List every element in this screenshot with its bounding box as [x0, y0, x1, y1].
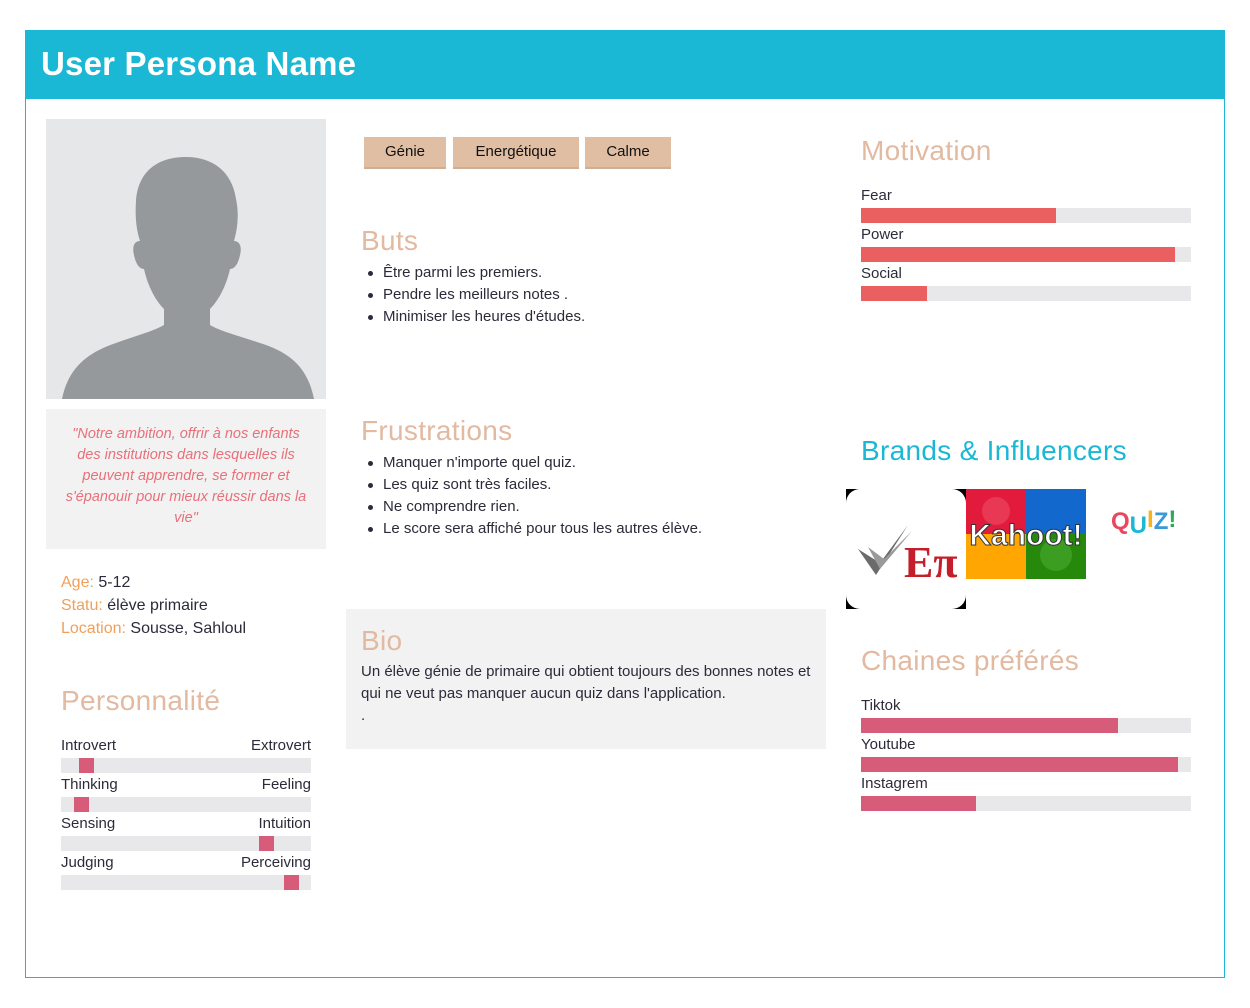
personality-row: Thinking Feeling	[61, 776, 311, 814]
avatar	[46, 119, 326, 399]
personality-track	[61, 875, 311, 890]
motivation-fill	[861, 208, 1056, 223]
personality-row: Judging Perceiving	[61, 854, 311, 892]
channels-fill	[861, 796, 976, 811]
list-item: Être parmi les premiers.	[361, 262, 585, 284]
motivation-title: Motivation	[861, 135, 992, 166]
motivation-fill	[861, 247, 1175, 262]
list-item: Le score sera affiché pour tous les autr…	[361, 518, 702, 540]
persona-card: User Persona Name "Notre ambition, offri…	[25, 30, 1225, 978]
brands-title: Brands & Influencers	[861, 435, 1127, 466]
personality-track	[61, 797, 311, 812]
channels-row: Youtube	[861, 736, 1191, 775]
motivation-label: Power	[861, 226, 904, 243]
status-label: Statu:	[61, 597, 103, 614]
channels-track	[861, 757, 1191, 772]
personality-row: Sensing Intuition	[61, 815, 311, 853]
motivation-label: Fear	[861, 187, 892, 204]
personality-right-label: Feeling	[261, 776, 311, 793]
frustrations-title: Frustrations	[361, 415, 513, 446]
personality-marker	[74, 797, 89, 812]
list-item: Manquer n'importe quel quiz.	[361, 452, 702, 474]
channels-label: Youtube	[861, 736, 916, 753]
motivation-row: Social	[861, 265, 1191, 304]
motivation-track	[861, 247, 1191, 262]
personality-track	[61, 836, 311, 851]
age-label: Age:	[61, 574, 94, 591]
channels-label: Tiktok	[861, 697, 901, 714]
personality-right-label: Perceiving	[240, 854, 311, 871]
personality-left-label: Sensing	[61, 815, 116, 832]
personality-right-label: Extrovert	[250, 737, 311, 754]
personality-marker	[259, 836, 274, 851]
header-bar: User Persona Name	[26, 31, 1224, 99]
status-value: élève primaire	[107, 597, 208, 614]
age-value: 5-12	[98, 574, 131, 591]
personality-marker	[284, 875, 299, 890]
personality-left-label: Judging	[61, 854, 114, 871]
bio-title: Bio	[361, 625, 403, 656]
personality-track	[61, 758, 311, 773]
persona-quote: "Notre ambition, offrir à nos enfants de…	[46, 409, 326, 549]
personality-right-label: Intuition	[258, 815, 311, 832]
status-line: Statu: élève primaire	[61, 597, 208, 615]
list-item: Les quiz sont très faciles.	[361, 474, 702, 496]
list-item: Ne comprendre rien.	[361, 496, 702, 518]
motivation-track	[861, 208, 1191, 223]
bio-extra: .	[361, 707, 366, 724]
motivation-track	[861, 286, 1191, 301]
frustrations-list: Manquer n'importe quel quiz. Les quiz so…	[361, 452, 702, 540]
motivation-row: Power	[861, 226, 1191, 265]
personality-row: Introvert Extrovert	[61, 737, 311, 775]
motivation-fill	[861, 286, 927, 301]
kahoot-logo: Kahoot!	[966, 489, 1086, 579]
goals-title: Buts	[361, 225, 419, 256]
epi-logo: Eπ	[846, 489, 966, 609]
channels-track	[861, 796, 1191, 811]
channels-track	[861, 718, 1191, 733]
channels-row: Tiktok	[861, 697, 1191, 736]
quiz-logo-text: QUIZ!	[1111, 506, 1176, 539]
kahoot-logo-text: Kahoot!	[969, 519, 1082, 552]
page-title: User Persona Name	[41, 45, 357, 82]
channels-row: Instagrem	[861, 775, 1191, 814]
channels-fill	[861, 757, 1178, 772]
tag-genie: Génie	[364, 137, 446, 169]
personality-marker	[79, 758, 94, 773]
motivation-label: Social	[861, 265, 902, 282]
tag-calme: Calme	[585, 137, 671, 169]
bio-text: Un élève génie de primaire qui obtient t…	[361, 663, 811, 702]
list-item: Pendre les meilleurs notes .	[361, 284, 585, 306]
epi-logo-text: Eπ	[904, 538, 957, 587]
motivation-row: Fear	[861, 187, 1191, 226]
user-silhouette-icon	[62, 157, 314, 399]
personality-left-label: Introvert	[61, 737, 117, 754]
channels-fill	[861, 718, 1118, 733]
personality-title: Personnalité	[61, 685, 221, 716]
location-value: Sousse, Sahloul	[130, 620, 247, 637]
quiz-logo: QUIZ!	[1111, 501, 1181, 541]
location-label: Location:	[61, 620, 126, 637]
goals-list: Être parmi les premiers. Pendre les meil…	[361, 262, 585, 328]
tag-energetique: Energétique	[453, 137, 579, 169]
personality-left-label: Thinking	[61, 776, 118, 793]
channels-title: Chaines préférés	[861, 645, 1080, 676]
location-line: Location: Sousse, Sahloul	[61, 620, 246, 638]
bio-box: Bio Un élève génie de primaire qui obtie…	[346, 609, 826, 749]
channels-label: Instagrem	[861, 775, 928, 792]
age-line: Age: 5-12	[61, 574, 130, 592]
list-item: Minimiser les heures d'études.	[361, 306, 585, 328]
